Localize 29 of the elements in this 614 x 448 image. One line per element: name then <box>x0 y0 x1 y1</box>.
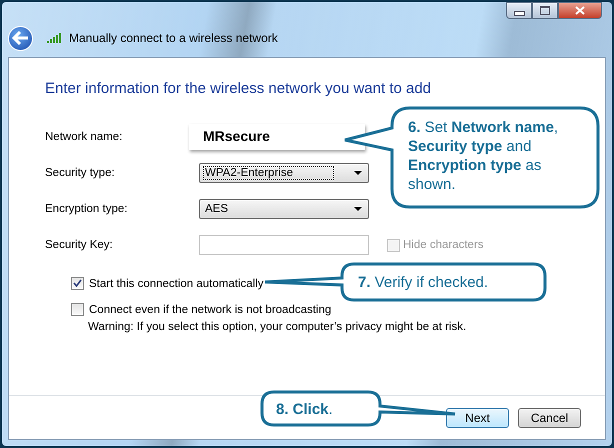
close-icon <box>575 6 585 15</box>
security-key-field[interactable] <box>199 235 369 255</box>
close-button[interactable] <box>558 2 602 19</box>
field-label: Encryption type: <box>45 203 128 215</box>
checkbox-label: Start this connection automatically <box>89 278 264 290</box>
callout-text: 7. Verify if checked. <box>358 274 488 291</box>
network-name-field[interactable]: MRsecure <box>189 124 365 150</box>
signal-icon <box>47 33 61 43</box>
checkbox-label: Hide characters <box>403 239 484 251</box>
checkbox[interactable] <box>71 277 84 290</box>
dropdown[interactable]: WPA2-Enterprise <box>199 163 369 183</box>
checkbox[interactable] <box>71 303 84 316</box>
checkbox-label: Connect even if the network is not broadcasting <box>89 304 332 316</box>
back-button[interactable] <box>8 26 33 50</box>
minimize-button[interactable] <box>506 2 532 19</box>
field-label: Security Key: <box>45 239 114 251</box>
field-label: Security type: <box>45 167 116 179</box>
caret-icon <box>354 171 362 175</box>
field-label: Network name: <box>45 131 124 143</box>
arrow-icon <box>12 31 30 45</box>
dropdown[interactable]: AES <box>199 199 369 219</box>
callout-text: 6. Set Network name, Security type and Encryption type as shown. <box>408 118 560 194</box>
page-heading: Enter information for the wireless network you want to add <box>45 80 432 97</box>
warning-text: Warning: If you select this option, your computer’s privacy might be at risk. <box>87 321 468 333</box>
window-title: Manually connect to a wireless network <box>69 31 278 45</box>
next-button[interactable]: Next <box>446 408 509 428</box>
cancel-button[interactable]: Cancel <box>518 408 581 428</box>
maximize-button[interactable] <box>532 2 558 19</box>
callout-text: 8. Click. <box>276 401 333 418</box>
